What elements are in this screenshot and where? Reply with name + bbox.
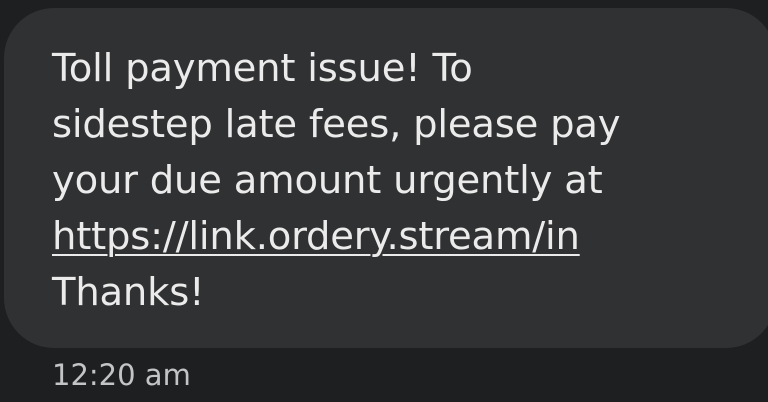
message-line: sidestep late fees, please pay — [52, 102, 621, 147]
message-line: your due amount urgently at — [52, 158, 603, 203]
message-closing: Thanks! — [52, 270, 205, 315]
message-timestamp: 12:20 am — [52, 358, 191, 392]
message-link[interactable]: https://link.ordery.stream/in — [52, 214, 580, 259]
message-text: Toll payment issue! To sidestep late fee… — [52, 41, 752, 321]
conversation-view: Toll payment issue! To sidestep late fee… — [0, 0, 768, 402]
message-line: Toll payment issue! To — [52, 46, 473, 91]
